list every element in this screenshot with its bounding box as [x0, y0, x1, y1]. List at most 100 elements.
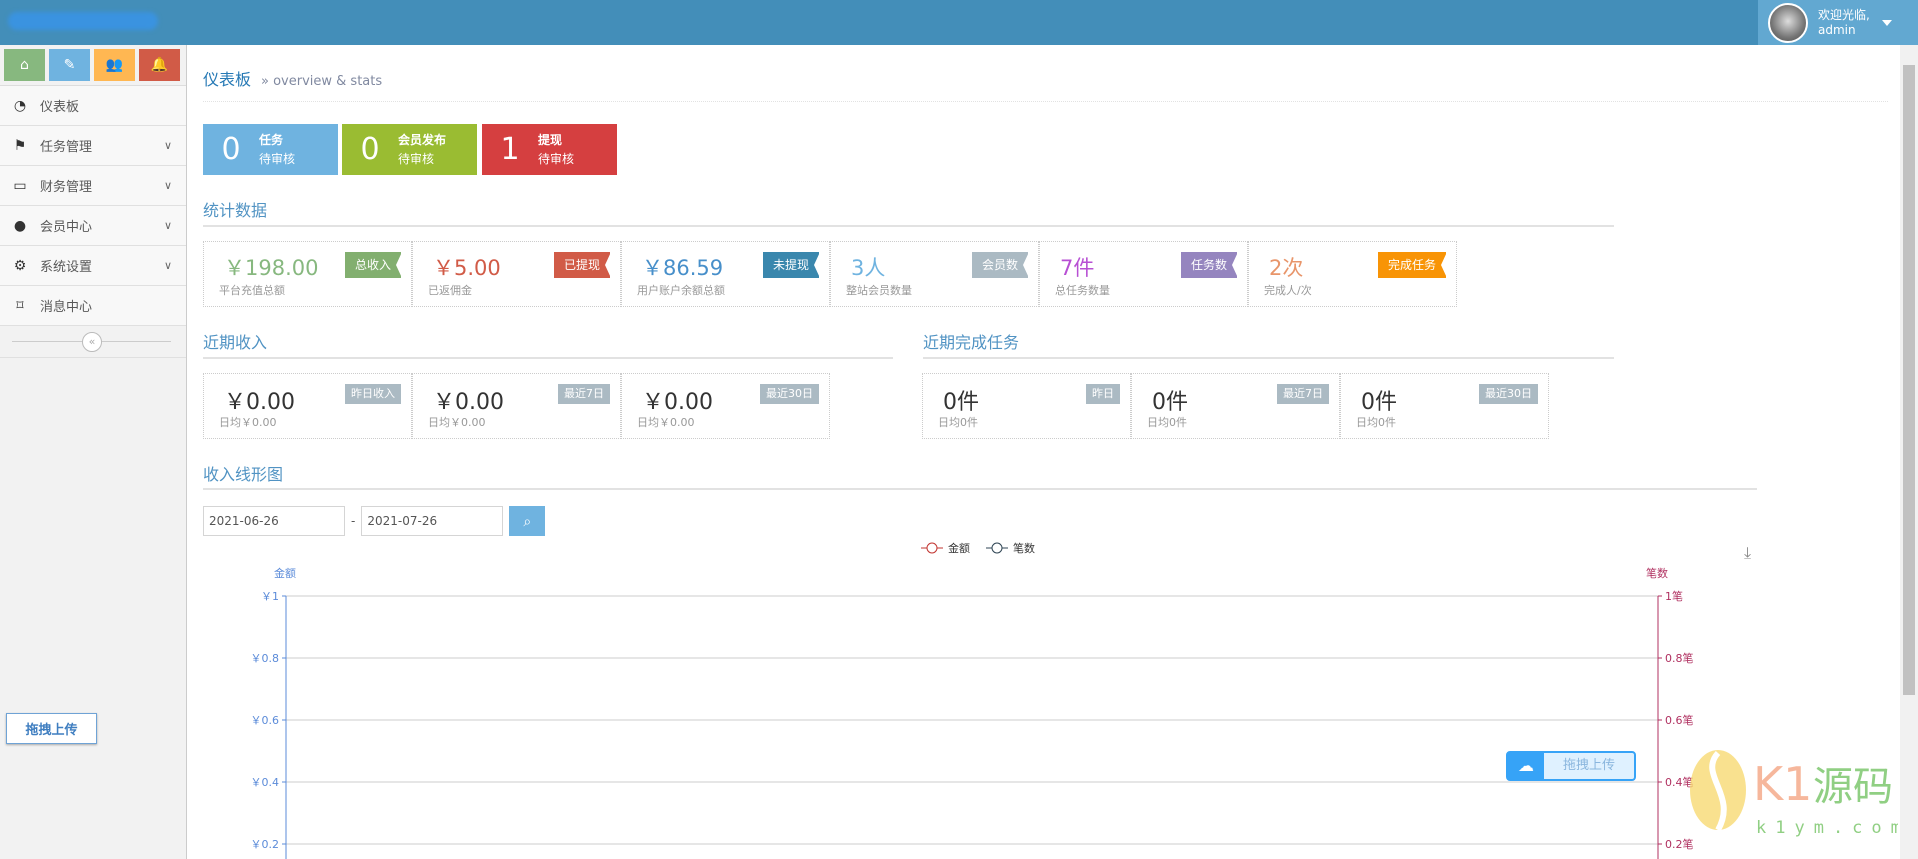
search-icon: ⌕: [523, 512, 532, 529]
sidebar-item-finance[interactable]: ▭ 财务管理 ∨: [0, 166, 186, 206]
breadcrumb: 仪表板 » overview & stats: [203, 66, 382, 90]
cloud-icon: ☁: [1508, 753, 1544, 779]
recent-value: ￥0.00: [642, 390, 713, 415]
chart-section-title: 收入线形图: [203, 465, 284, 484]
sidebar-item-settings[interactable]: ⚙ 系统设置 ∨: [0, 246, 186, 286]
users-shortcut-button[interactable]: 👥: [94, 49, 135, 81]
sidebar-item-tasks[interactable]: ⚑ 任务管理 ∨: [0, 126, 186, 166]
collapse-icon[interactable]: «: [82, 332, 102, 352]
recent-tasks-title: 近期完成任务: [923, 333, 1020, 352]
stat-tag: 会员数: [971, 252, 1030, 278]
main-content: 仪表板 » overview & stats 0 任务待审核 0 会员发布待审核 1 提…: [188, 45, 1900, 859]
stat-box: ￥198.00 平台充值总额 总收入: [203, 241, 412, 307]
recent-value: 0件: [943, 390, 979, 415]
y-right-tick-label: 0.8笔: [1665, 651, 1694, 665]
stat-tag: 任务数: [1180, 252, 1239, 278]
username: admin: [1818, 22, 1856, 37]
sidebar-item-messages[interactable]: ⌑ 消息中心: [0, 286, 186, 326]
stats-title: 统计数据: [203, 201, 268, 220]
svg-text:k1ym.com: k1ym.com: [1756, 818, 1898, 838]
svg-text:源码: 源码: [1813, 764, 1893, 810]
infobox-title: 任务: [259, 132, 284, 147]
stat-value: 3人: [851, 256, 886, 280]
infobox-sub: 待审核: [259, 151, 296, 166]
legend-marker[interactable]: [926, 542, 938, 554]
infobox-sub: 待审核: [398, 151, 435, 166]
recent-tag: 最近7日: [1277, 384, 1329, 404]
chevron-down-icon: ∨: [163, 219, 172, 232]
svg-text:K1: K1: [1753, 757, 1812, 811]
infobox-tasks[interactable]: 0 任务待审核: [203, 124, 338, 175]
user-menu[interactable]: 欢迎光临, admin: [1758, 0, 1918, 45]
watermark-logo: K1 源码 k1ym.com: [1690, 750, 1898, 838]
bell-shortcut-button[interactable]: 🔔: [139, 49, 180, 81]
infobox-title: 会员发布: [398, 132, 447, 147]
legend-label[interactable]: 笔数: [1013, 541, 1035, 555]
recent-tag: 最近30日: [760, 384, 819, 404]
scrollbar-thumb[interactable]: [1903, 65, 1915, 695]
legend-marker[interactable]: [991, 542, 1003, 554]
y-left-tick-label: ￥1: [261, 590, 279, 603]
search-button[interactable]: ⌕: [509, 506, 546, 536]
sidebar-item-members[interactable]: ● 会员中心 ∨: [0, 206, 186, 246]
infobox-count: 1: [500, 132, 520, 167]
stat-desc: 已返佣金: [428, 284, 472, 297]
pencil-shortcut-button[interactable]: ✎: [49, 49, 90, 81]
divider: [203, 101, 1888, 102]
sidebar-item-dashboard[interactable]: ◔ 仪表板: [0, 86, 186, 126]
recent-tasks-box: 0件 日均0件 昨日: [922, 373, 1131, 439]
chevron-down-icon: ∨: [163, 139, 172, 152]
date-separator: -: [351, 514, 356, 528]
top-navbar: 欢迎光临, admin: [0, 0, 1918, 45]
chevron-down-icon: ∨: [163, 259, 172, 272]
logo[interactable]: [8, 12, 158, 30]
caret-down-icon: [1881, 19, 1892, 26]
divider: [923, 357, 1614, 359]
y-left-tick-label: ￥0.8: [251, 652, 280, 665]
recent-income-box: ￥0.00 日均￥0.00 昨日收入: [203, 373, 412, 439]
infobox-member-posts[interactable]: 0 会员发布 待审核: [342, 124, 477, 175]
floating-upload-label: 拖拽上传: [1562, 758, 1615, 773]
drag-upload-button[interactable]: 拖拽上传: [6, 713, 97, 744]
welcome-text: 欢迎光临,: [1818, 7, 1870, 22]
shortcuts: ⌂ ✎ 👥 🔔: [0, 45, 186, 86]
recent-desc: 日均￥0.00: [219, 416, 277, 429]
legend-label[interactable]: 金额: [948, 541, 970, 555]
y-right-tick-label: 1笔: [1665, 589, 1683, 603]
stat-desc: 总任务数量: [1055, 284, 1110, 297]
infobox-withdrawals[interactable]: 1 提现 待审核: [482, 124, 617, 175]
stat-value: 2次: [1269, 256, 1304, 280]
floating-upload-button[interactable]: ☁ 拖拽上传: [1506, 751, 1636, 781]
stat-value: ￥198.00: [224, 256, 319, 280]
chevron-down-icon: ∨: [163, 179, 172, 192]
recent-value: 0件: [1152, 390, 1188, 415]
recent-desc: 日均0件: [1147, 416, 1187, 429]
recent-tag: 昨日: [1086, 384, 1120, 404]
download-icon[interactable]: ⤓: [1744, 543, 1751, 562]
stat-desc: 平台充值总额: [219, 284, 285, 297]
sidebar-item-label: 会员中心: [40, 220, 93, 235]
infobox-sub: 待审核: [538, 151, 575, 166]
stat-box: 7件 总任务数量 任务数: [1039, 241, 1248, 307]
divider: [203, 225, 1614, 227]
page-subtitle: » overview & stats: [261, 74, 383, 89]
sidebar-item-label: 财务管理: [40, 180, 93, 195]
stat-box: ￥5.00 已返佣金 已提现: [412, 241, 621, 307]
date-to-input[interactable]: [361, 506, 504, 536]
stat-desc: 完成人/次: [1264, 284, 1312, 297]
y-right-label: 笔数: [1646, 566, 1668, 580]
stat-box: 2次 完成人/次 完成任务: [1248, 241, 1457, 307]
home-shortcut-button[interactable]: ⌂: [4, 49, 45, 81]
vertical-scrollbar[interactable]: [1900, 45, 1918, 859]
recent-desc: 日均￥0.00: [428, 416, 486, 429]
recent-tag: 最近30日: [1479, 384, 1538, 404]
sidebar-item-label: 仪表板: [40, 100, 80, 115]
sidebar-item-label: 系统设置: [40, 260, 93, 275]
y-left-label: 金额: [274, 566, 296, 580]
recent-desc: 日均0件: [1356, 416, 1396, 429]
sidebar-collapse: «: [0, 326, 186, 358]
date-from-input[interactable]: [203, 506, 345, 536]
recent-desc: 日均￥0.00: [637, 416, 695, 429]
y-left-tick-label: ￥0.2: [251, 838, 280, 851]
infobox-count: 0: [221, 132, 241, 167]
